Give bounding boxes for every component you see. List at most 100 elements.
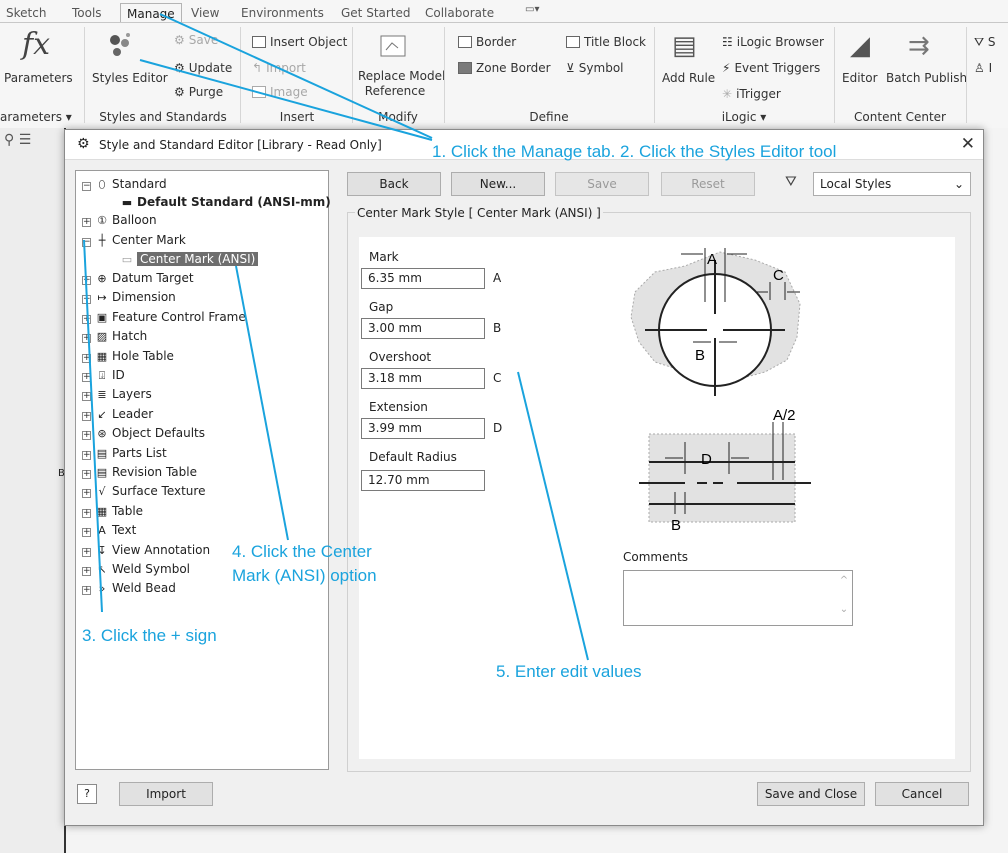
back-button[interactable]: Back — [347, 172, 441, 196]
styles-editor-button[interactable]: Styles Editor — [92, 71, 168, 85]
import-button[interactable]: ↰ Import — [252, 61, 306, 75]
tree-node-layers[interactable]: + ≣ Layers — [82, 385, 152, 403]
svg-text:A: A — [707, 251, 717, 268]
collapse-icon[interactable]: − — [82, 182, 91, 191]
parts-list-icon: ▤ — [96, 446, 108, 460]
reset-button[interactable]: Reset — [661, 172, 755, 196]
expand-icon[interactable]: + — [82, 547, 91, 557]
symbol-button[interactable]: ⊻ Symbol — [566, 61, 624, 75]
tree-node-object-defaults[interactable]: + ⊛ Object Defaults — [82, 424, 205, 442]
tree-node-balloon[interactable]: + ① Balloon — [82, 211, 157, 229]
mark-input[interactable]: 6.35 mm — [361, 268, 485, 289]
update-styles-button[interactable]: ⚙ Update — [174, 61, 232, 75]
tree-node-standard[interactable]: − ⬯ Standard — [82, 175, 167, 193]
tab-view[interactable]: View — [191, 6, 219, 20]
title-block-button[interactable]: Title Block — [566, 35, 646, 49]
styles-tree[interactable]: − ⬯ Standard ▬ Default Standard (ANSI-mm) +… — [75, 170, 331, 770]
comments-scrollbar[interactable]: ^ ⌄ — [836, 571, 852, 625]
expand-icon[interactable]: + — [82, 411, 91, 421]
expand-icon[interactable]: + — [82, 392, 91, 402]
collapse-icon[interactable]: − — [82, 238, 91, 247]
parameters-button[interactable]: Parameters — [4, 71, 73, 85]
expand-icon[interactable]: + — [82, 314, 91, 324]
panel-label-parameters[interactable]: arameters ▾ — [0, 110, 82, 124]
tab-tools[interactable]: Tools — [72, 6, 102, 20]
expand-icon[interactable]: + — [82, 528, 91, 538]
weld-symbol-icon: ↖ — [97, 563, 107, 576]
tree-node-default-standard[interactable]: ▬ Default Standard (ANSI-mm) — [120, 193, 331, 211]
tab-environments[interactable]: Environments — [241, 6, 324, 20]
extension-input[interactable]: 3.99 mm — [361, 418, 485, 439]
tab-get-started[interactable]: Get Started — [341, 6, 411, 20]
expand-icon[interactable]: + — [82, 295, 91, 305]
expand-icon[interactable]: + — [82, 334, 91, 344]
expand-icon[interactable]: + — [82, 218, 91, 227]
tree-node-center-mark[interactable]: − ┼ Center Mark — [82, 231, 186, 249]
tree-node-parts-list[interactable]: + ▤ Parts List — [82, 444, 167, 462]
tab-manage[interactable]: Manage — [120, 3, 182, 24]
expand-icon[interactable]: + — [82, 276, 91, 285]
expand-icon[interactable]: + — [82, 450, 91, 460]
tree-node-hole-table[interactable]: + ▦ Hole Table — [82, 347, 174, 365]
tree-node-weld-symbol[interactable]: + ↖ Weld Symbol — [82, 560, 190, 578]
tree-node-revision-table[interactable]: + ▤ Revision Table — [82, 463, 197, 481]
panel-label-ilogic[interactable]: iLogic ▾ — [656, 110, 832, 124]
tree-node-center-mark-ansi[interactable]: ▭ Center Mark (ANSI) — [120, 250, 259, 268]
save-button[interactable]: Save — [555, 172, 649, 196]
tree-node-label: Object Defaults — [112, 426, 205, 441]
import-button[interactable]: Import — [119, 782, 213, 806]
tree-node-table[interactable]: + ▦ Table — [82, 502, 143, 520]
tree-node-label: Revision Table — [112, 465, 197, 479]
filter-icon[interactable]: ⛛ — [785, 174, 797, 190]
tree-node-hatch[interactable]: + ▨ Hatch — [82, 327, 147, 345]
tree-node-weld-bead[interactable]: + » Weld Bead — [82, 579, 176, 597]
close-icon[interactable]: ✕ — [961, 134, 975, 154]
expand-icon[interactable]: + — [82, 489, 91, 499]
tree-node-id[interactable]: + ⍗ ID — [82, 366, 125, 384]
expand-icon[interactable]: + — [82, 508, 91, 518]
itrigger-button[interactable]: ✳ iTrigger — [722, 87, 781, 101]
overflow-s-button[interactable]: ⛛ S — [974, 35, 996, 50]
tab-sketch[interactable]: Sketch — [6, 6, 46, 20]
batch-publish-button[interactable]: Batch Publish — [886, 71, 967, 85]
replace-model-reference-button[interactable]: Replace Model Reference — [358, 69, 445, 99]
zone-border-button[interactable]: Zone Border — [458, 61, 551, 75]
search-icon[interactable]: ⚲ ☰ — [4, 132, 31, 148]
image-button[interactable]: Image — [252, 85, 308, 99]
comments-textarea[interactable]: ^ ⌄ — [623, 570, 853, 626]
center-mark-icon: ┼ — [98, 234, 106, 247]
expand-icon[interactable]: + — [82, 431, 91, 441]
ilogic-browser-button[interactable]: ☷ iLogic Browser — [722, 35, 824, 49]
expand-icon[interactable]: + — [82, 567, 91, 576]
tree-node-feature-control-frame[interactable]: + ▣ Feature Control Frame — [82, 308, 246, 326]
tree-node-text[interactable]: + A Text — [82, 521, 136, 539]
new-button[interactable]: New... — [451, 172, 545, 196]
expand-icon[interactable]: + — [82, 586, 91, 596]
overflow-i-button[interactable]: ♙ I — [974, 61, 992, 75]
event-triggers-button[interactable]: ⚡ Event Triggers — [722, 61, 820, 75]
expand-icon[interactable]: + — [82, 373, 91, 382]
add-rule-button[interactable]: Add Rule — [662, 71, 715, 85]
qat-dropdown-icon[interactable]: ▭▾ — [525, 4, 539, 15]
border-button[interactable]: Border — [458, 35, 516, 49]
style-filter-dropdown[interactable]: Local Styles ⌄ — [813, 172, 971, 196]
tree-node-datum-target[interactable]: + ⊕ Datum Target — [82, 269, 194, 287]
purge-styles-button[interactable]: ⚙ Purge — [174, 85, 223, 99]
overshoot-input[interactable]: 3.18 mm — [361, 368, 485, 389]
gap-input[interactable]: 3.00 mm — [361, 318, 485, 339]
tree-node-dimension[interactable]: + ↦ Dimension — [82, 288, 176, 306]
cancel-button[interactable]: Cancel — [875, 782, 969, 806]
help-icon[interactable]: ? — [77, 784, 97, 804]
tree-node-surface-texture[interactable]: + √ Surface Texture — [82, 482, 205, 500]
tree-node-view-annotation[interactable]: + ↧ View Annotation — [82, 541, 210, 559]
tree-node-leader[interactable]: + ↙ Leader — [82, 405, 153, 423]
expand-icon[interactable]: + — [82, 353, 91, 363]
expand-icon[interactable]: + — [82, 470, 91, 479]
cc-editor-button[interactable]: Editor — [842, 71, 878, 85]
tab-collaborate[interactable]: Collaborate — [425, 6, 494, 20]
save-and-close-button[interactable]: Save and Close — [757, 782, 865, 806]
datum-target-icon: ⊕ — [97, 272, 107, 285]
default-radius-input[interactable]: 12.70 mm — [361, 470, 485, 491]
insert-object-button[interactable]: Insert Object — [252, 35, 347, 49]
save-styles-button[interactable]: ⚙ Save — [174, 33, 218, 47]
